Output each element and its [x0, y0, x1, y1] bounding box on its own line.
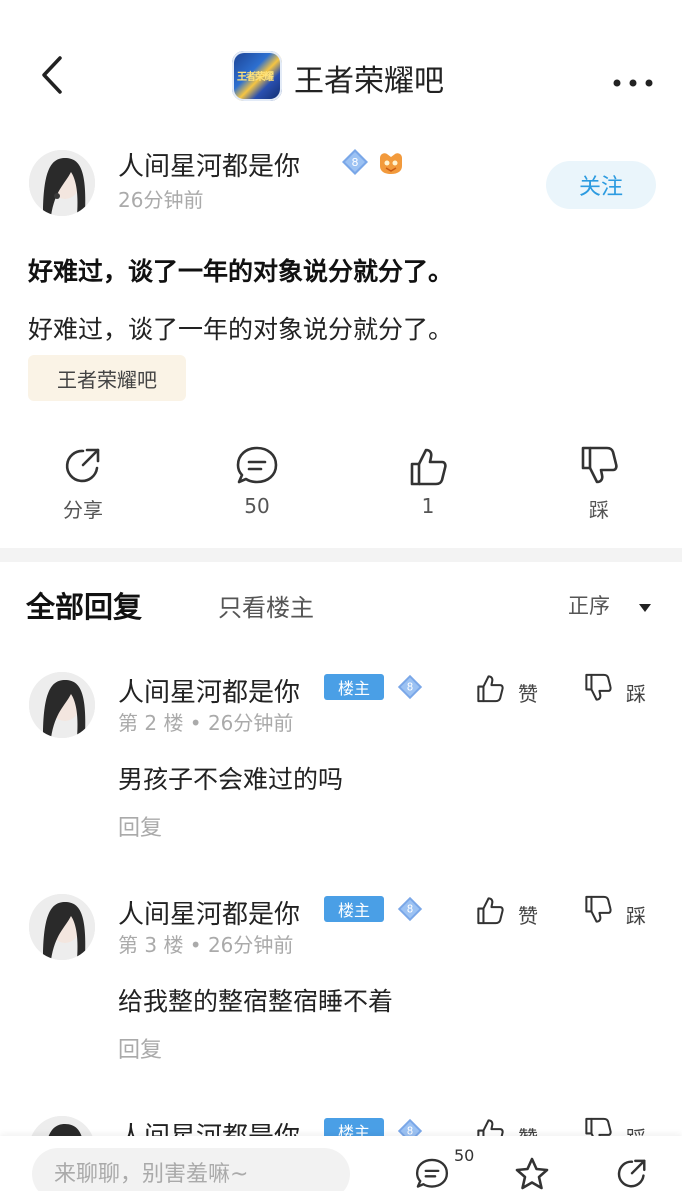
star-icon[interactable] — [514, 1156, 550, 1191]
reply-avatar[interactable] — [29, 894, 95, 960]
thumb-up-icon — [477, 675, 504, 703]
share-icon[interactable] — [614, 1156, 650, 1191]
post-title: 好难过，谈了一年的对象说分就分了。 — [28, 257, 454, 286]
reply-meta: 第 2 楼 • 26分钟前 — [118, 711, 294, 735]
game-badge-icon — [376, 150, 406, 176]
level-diamond-icon: 8 — [340, 147, 370, 177]
tab-op-only[interactable]: 只看楼主 — [218, 588, 314, 623]
more-icon[interactable] — [612, 72, 654, 87]
level-number: 8 — [352, 156, 359, 169]
level-diamond-icon: 8 — [396, 673, 424, 701]
reply-like-label: 赞 — [518, 904, 538, 928]
bottom-comment-icon[interactable] — [414, 1156, 450, 1191]
reply-dislike-label: 踩 — [626, 682, 646, 706]
bottom-comment-count: 50 — [454, 1146, 475, 1165]
reply-avatar[interactable] — [29, 672, 95, 738]
reply-like-button[interactable]: 赞 — [474, 894, 554, 928]
like-count: 1 — [421, 494, 435, 518]
forum-logo[interactable]: 王者荣耀 — [232, 51, 282, 101]
dislike-button[interactable]: 踩 — [554, 444, 644, 524]
level-diamond-icon: 8 — [396, 895, 424, 923]
comment-icon — [236, 446, 278, 484]
share-label: 分享 — [63, 498, 103, 522]
share-icon — [65, 448, 100, 483]
reply-author-name[interactable]: 人间星河都是你 — [118, 672, 300, 709]
host-badge: 楼主 — [324, 674, 384, 700]
back-icon[interactable] — [34, 52, 74, 98]
reply-like-button[interactable]: 赞 — [474, 672, 554, 706]
level-number: 8 — [407, 682, 414, 694]
author-avatar[interactable] — [29, 150, 95, 216]
reply-dislike-button[interactable]: 踩 — [582, 894, 662, 928]
tab-all-replies[interactable]: 全部回复 — [26, 584, 142, 626]
forum-title[interactable]: 王者荣耀吧 — [294, 56, 444, 100]
reply-button[interactable]: 回复 — [118, 810, 162, 842]
thumb-down-icon — [585, 673, 612, 701]
follow-button[interactable]: 关注 — [546, 161, 656, 209]
post-author-name[interactable]: 人间星河都是你 — [118, 146, 300, 183]
reply-input[interactable] — [32, 1148, 350, 1191]
thumb-down-icon — [581, 446, 618, 484]
reply-author-name[interactable]: 人间星河都是你 — [118, 894, 300, 931]
reply-dislike-label: 踩 — [626, 904, 646, 928]
forum-tag[interactable]: 王者荣耀吧 — [28, 355, 186, 401]
reply-button[interactable]: 回复 — [118, 1032, 162, 1064]
reply-like-label: 赞 — [518, 682, 538, 706]
post-time: 26分钟前 — [118, 188, 204, 212]
share-button[interactable]: 分享 — [38, 444, 128, 524]
thumb-down-icon — [585, 895, 612, 923]
thumb-up-icon — [477, 897, 504, 925]
sort-down-icon[interactable] — [638, 598, 652, 612]
sort-dropdown[interactable]: 正序 — [568, 590, 610, 620]
reply-body: 给我整的整宿整宿睡不着 — [118, 987, 394, 1016]
dislike-label: 踩 — [589, 498, 609, 522]
reply-meta: 第 3 楼 • 26分钟前 — [118, 933, 294, 957]
post-body: 好难过，谈了一年的对象说分就分了。 — [28, 315, 454, 344]
host-badge: 楼主 — [324, 896, 384, 922]
level-number: 8 — [407, 904, 414, 916]
reply-dislike-button[interactable]: 踩 — [582, 672, 662, 706]
comment-count: 50 — [244, 494, 270, 518]
section-divider — [0, 548, 682, 562]
reply-body: 男孩子不会难过的吗 — [118, 765, 344, 794]
like-button[interactable]: 1 — [383, 444, 473, 524]
forum-logo-text: 王者荣耀 — [237, 72, 274, 83]
comment-button[interactable]: 50 — [212, 444, 302, 524]
thumb-up-icon — [410, 448, 447, 486]
